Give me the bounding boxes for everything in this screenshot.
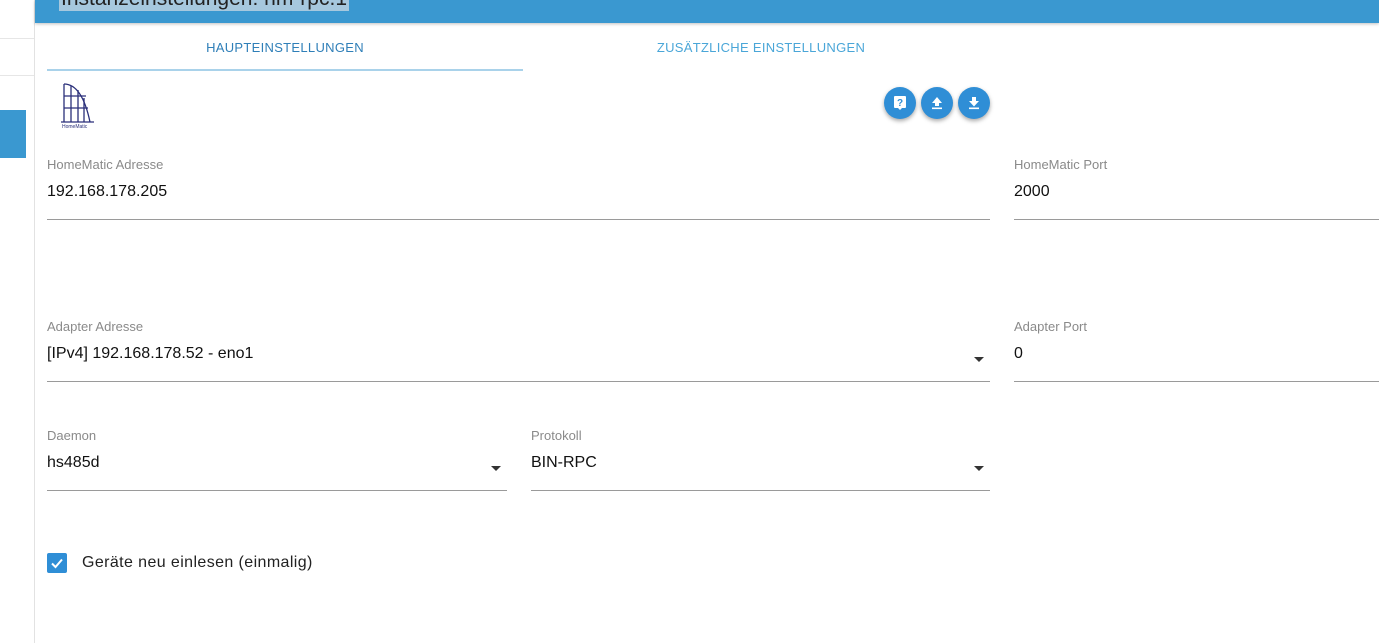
dropdown-arrow-icon[interactable]: [974, 357, 984, 362]
dialog-title: Instanzeinstellungen: hm-rpc.1: [59, 0, 349, 11]
help-icon: ?: [894, 96, 906, 110]
adapter-port-input[interactable]: 0: [1014, 345, 1023, 363]
dialog-title-bar: Instanzeinstellungen: hm-rpc.1: [35, 0, 1379, 23]
reread-devices-label: Geräte neu einlesen (einmalig): [82, 554, 313, 571]
homematic-port-field[interactable]: HomeMatic Port 2000: [1014, 157, 1379, 220]
field-underline: [531, 490, 990, 491]
field-underline: [47, 381, 990, 382]
reread-devices-option[interactable]: Geräte neu einlesen (einmalig): [47, 552, 313, 574]
field-underline: [1014, 219, 1379, 220]
field-underline: [47, 219, 990, 220]
homematic-port-label: HomeMatic Port: [1014, 157, 1108, 172]
field-underline: [47, 490, 507, 491]
protocol-label: Protokoll: [531, 428, 582, 443]
upload-icon: [932, 97, 942, 110]
left-sidebar: [0, 0, 35, 643]
reread-devices-checkbox[interactable]: [47, 553, 67, 573]
adapter-address-value[interactable]: [IPv4] 192.168.178.52 - eno1: [47, 345, 253, 363]
dropdown-arrow-icon[interactable]: [491, 466, 501, 471]
homematic-address-field[interactable]: HomeMatic Adresse 192.168.178.205: [47, 157, 990, 220]
upload-button[interactable]: [921, 87, 953, 119]
dropdown-arrow-icon[interactable]: [974, 466, 984, 471]
daemon-value[interactable]: hs485d: [47, 454, 100, 472]
logo-text: HomeMatic: [62, 124, 88, 130]
sidebar-divider: [0, 75, 34, 76]
tab-indicator: [47, 69, 523, 71]
homematic-address-input[interactable]: 192.168.178.205: [47, 183, 167, 201]
adapter-port-field[interactable]: Adapter Port 0: [1014, 319, 1379, 382]
download-icon: [969, 97, 979, 110]
sidebar-active-item[interactable]: [0, 110, 26, 158]
field-underline: [1014, 381, 1379, 382]
adapter-port-label: Adapter Port: [1014, 319, 1087, 334]
checkmark-icon: [51, 558, 63, 569]
daemon-label: Daemon: [47, 428, 97, 443]
sidebar-divider: [0, 38, 34, 39]
download-button[interactable]: [958, 87, 990, 119]
homematic-address-label: HomeMatic Adresse: [47, 157, 164, 172]
homematic-port-input[interactable]: 2000: [1014, 183, 1050, 201]
adapter-address-label: Adapter Adresse: [47, 319, 144, 334]
daemon-select[interactable]: Daemon hs485d: [47, 428, 507, 491]
tab-additional-settings[interactable]: ZUSÄTZLICHE EINSTELLUNGEN: [523, 24, 999, 70]
svg-text:?: ?: [897, 98, 903, 109]
protocol-value[interactable]: BIN-RPC: [531, 454, 597, 472]
adapter-address-select[interactable]: Adapter Adresse [IPv4] 192.168.178.52 - …: [47, 319, 990, 382]
homematic-logo: HomeMatic: [60, 80, 98, 130]
protocol-select[interactable]: Protokoll BIN-RPC: [531, 428, 990, 491]
tab-main-settings[interactable]: HAUPTEINSTELLUNGEN: [47, 24, 523, 70]
help-button[interactable]: ?: [884, 87, 916, 119]
tab-bar: HAUPTEINSTELLUNGEN ZUSÄTZLICHE EINSTELLU…: [47, 24, 999, 71]
